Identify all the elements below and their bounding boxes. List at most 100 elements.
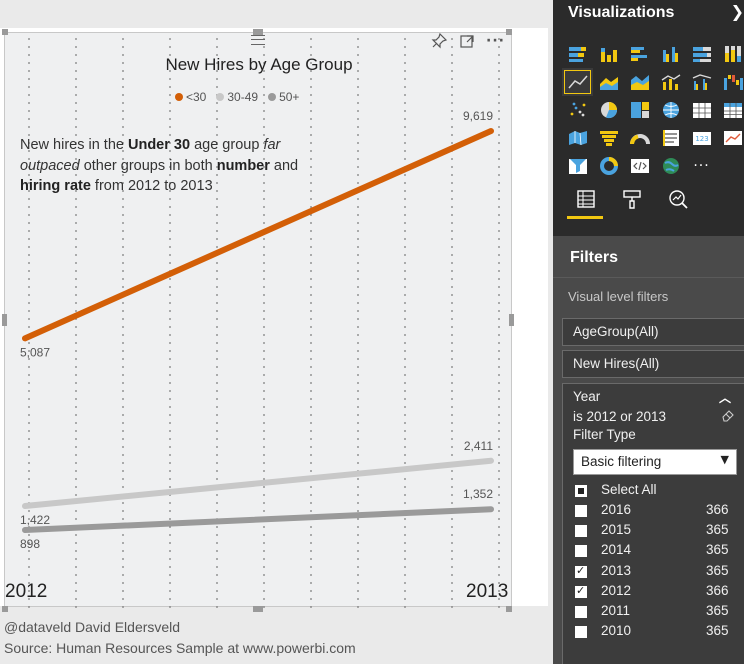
year-option-label: 2012 xyxy=(601,582,632,598)
active-tab-indicator xyxy=(567,216,603,219)
resize-handle-right[interactable] xyxy=(509,314,514,326)
year-option-checkbox[interactable] xyxy=(575,505,587,517)
100-stacked-bar-icon[interactable] xyxy=(686,40,717,68)
resize-handle-left[interactable] xyxy=(2,314,7,326)
year-option-count: 365 xyxy=(706,603,729,618)
multi-row-card-icon[interactable] xyxy=(655,124,686,152)
pie-icon[interactable] xyxy=(593,96,624,124)
year-option-2014[interactable]: 2014 365 xyxy=(573,542,741,562)
year-option-2015[interactable]: 2015 365 xyxy=(573,522,741,542)
filter-year-card: Year ︿ is 2012 or 2013 Filter Type Basic… xyxy=(562,383,744,664)
table-icon[interactable] xyxy=(686,96,717,124)
analytics-tab-icon[interactable] xyxy=(661,184,695,214)
line-column-icon[interactable] xyxy=(655,68,686,96)
stacked-area-icon[interactable] xyxy=(624,68,655,96)
year-option-count: 366 xyxy=(706,582,729,598)
scatter-icon[interactable] xyxy=(562,96,593,124)
year-option-2013[interactable]: 2013 365 xyxy=(573,563,741,583)
resize-handle-top-right[interactable] xyxy=(506,29,512,35)
source-credit: Source: Human Resources Sample at www.po… xyxy=(4,640,356,656)
stacked-bar-icon[interactable] xyxy=(562,40,593,68)
data-label: 1,352 xyxy=(463,487,493,501)
stacked-column-icon[interactable] xyxy=(593,40,624,68)
year-option-label: 2016 xyxy=(601,502,632,517)
year-option-checkbox[interactable] xyxy=(575,564,587,578)
more-visuals-icon[interactable]: ··· xyxy=(686,152,717,180)
select-all-label: Select All xyxy=(601,482,657,497)
filter-new-hires-label: New Hires(All) xyxy=(573,356,660,371)
map-icon[interactable] xyxy=(655,96,686,124)
resize-handle-bottom-right[interactable] xyxy=(506,606,512,612)
fields-tab-icon[interactable] xyxy=(569,184,603,214)
pane-tabs xyxy=(553,180,744,220)
year-option-count: 365 xyxy=(706,542,729,558)
year-option-checkbox[interactable] xyxy=(575,626,587,639)
resize-handle-bottom-left[interactable] xyxy=(2,606,8,612)
year-option-label: 2014 xyxy=(601,542,632,558)
funnel-icon[interactable] xyxy=(593,124,624,152)
line-chart-visual[interactable]: ··· New Hires by Age Group <30 30-49 50+ N… xyxy=(4,32,512,608)
matrix-icon[interactable] xyxy=(717,96,744,124)
year-option-count: 365 xyxy=(706,623,729,639)
report-canvas: ··· New Hires by Age Group <30 30-49 50+ N… xyxy=(0,0,553,664)
card-icon[interactable]: 123 xyxy=(686,124,717,152)
100-stacked-column-icon[interactable] xyxy=(717,40,744,68)
line-chart-icon[interactable] xyxy=(562,68,593,96)
visualizations-pane: Visualizations ❯ 123 ··· xyxy=(553,0,744,236)
data-label: 9,619 xyxy=(463,109,493,123)
visualization-gallery: 123 ··· xyxy=(562,40,744,180)
year-option-count: 365 xyxy=(706,522,729,538)
area-chart-icon[interactable] xyxy=(593,68,624,96)
data-label: 1,422 xyxy=(20,513,50,527)
year-option-label: 2015 xyxy=(601,522,632,538)
line-chart-plot: 5,087 9,619 1,422 2,411 898 1,352 xyxy=(20,109,494,551)
filter-new-hires[interactable]: New Hires(All) xyxy=(562,350,744,378)
year-option-checkbox[interactable] xyxy=(575,584,587,598)
clustered-column-icon[interactable] xyxy=(655,40,686,68)
year-option-label: 2011 xyxy=(601,603,631,618)
year-option-checkbox[interactable] xyxy=(575,525,587,538)
kpi-icon[interactable] xyxy=(717,124,744,152)
clustered-bar-icon[interactable] xyxy=(624,40,655,68)
gauge-icon[interactable] xyxy=(624,124,655,152)
year-option-2010[interactable]: 2010 365 xyxy=(573,623,741,643)
select-all-option[interactable]: Select All xyxy=(573,482,741,502)
resize-handle-top-left[interactable] xyxy=(2,29,8,35)
year-option-2012[interactable]: 2012 366 xyxy=(573,583,741,603)
resize-handle-top[interactable] xyxy=(253,29,263,35)
chevron-up-icon[interactable]: ︿ xyxy=(719,389,731,406)
data-label: 2,411 xyxy=(464,439,493,453)
dropdown-arrow-icon: ▼ xyxy=(720,453,729,466)
data-label: 5,087 xyxy=(20,345,50,359)
treemap-icon[interactable] xyxy=(624,96,655,124)
year-option-count: 366 xyxy=(706,502,729,517)
year-option-2011[interactable]: 2011 365 xyxy=(573,603,741,623)
series-line-1[interactable] xyxy=(22,457,494,510)
format-tab-icon[interactable] xyxy=(615,184,649,214)
year-option-checkbox[interactable] xyxy=(575,606,587,618)
resize-handle-bottom[interactable] xyxy=(253,606,263,612)
filter-type-value: Basic filtering xyxy=(581,454,662,469)
line-clustered-column-icon[interactable] xyxy=(686,68,717,96)
collapse-pane-icon[interactable]: ❯ xyxy=(731,2,744,21)
data-label: 898 xyxy=(20,537,40,551)
year-option-label: 2010 xyxy=(601,623,632,639)
author-credit: @dataveld David Eldersveld xyxy=(4,619,181,635)
select-all-checkbox[interactable] xyxy=(575,485,587,497)
filter-agegroup[interactable]: AgeGroup(All) xyxy=(562,318,744,346)
r-script-icon[interactable] xyxy=(624,152,655,180)
filled-map-icon[interactable] xyxy=(562,124,593,152)
filter-type-dropdown[interactable]: Basic filtering ▼ xyxy=(573,449,737,475)
year-option-checkbox[interactable] xyxy=(575,545,587,558)
x-axis-tick-2013: 2013 xyxy=(466,581,509,602)
slicer-icon[interactable] xyxy=(562,152,593,180)
clear-filter-icon[interactable] xyxy=(721,408,735,422)
globe-map-icon[interactable] xyxy=(655,152,686,180)
year-option-2016[interactable]: 2016 366 xyxy=(573,502,741,522)
series-line-0[interactable] xyxy=(22,128,494,342)
waterfall-icon[interactable] xyxy=(717,68,744,96)
donut-icon[interactable] xyxy=(593,152,624,180)
svg-text:123: 123 xyxy=(695,135,708,143)
year-filter-field[interactable]: Year xyxy=(573,389,600,404)
series-line-2[interactable] xyxy=(22,506,494,533)
